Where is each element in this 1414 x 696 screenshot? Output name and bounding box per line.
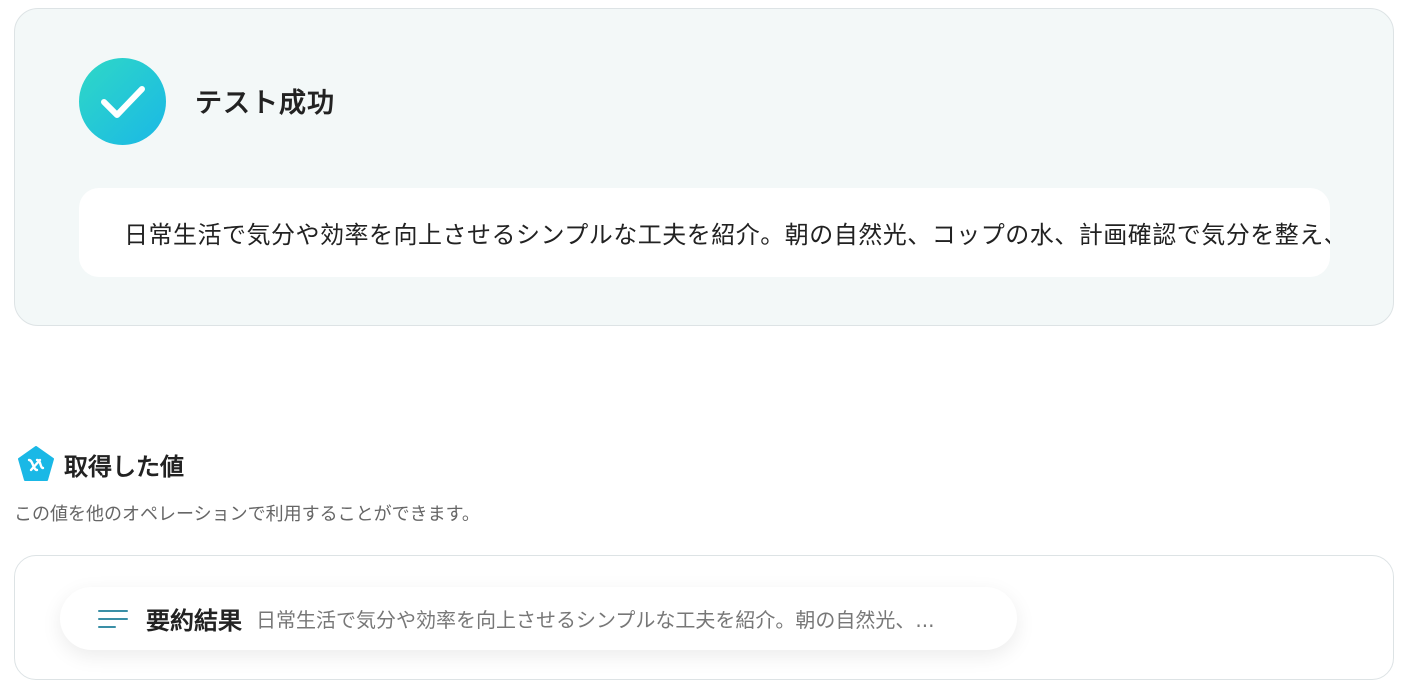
value-item-label: 要約結果 bbox=[146, 607, 242, 635]
test-output-text: 日常生活で気分や効率を向上させるシンプルな工夫を紹介。朝の自然光、コップの水、計… bbox=[124, 221, 1330, 249]
check-icon bbox=[79, 58, 166, 145]
test-success-title: テスト成功 bbox=[195, 88, 335, 119]
text-lines-icon bbox=[98, 609, 128, 628]
obtained-values-title: 取得した値 bbox=[64, 452, 184, 481]
obtained-values-header: 取得した値 bbox=[18, 446, 184, 482]
variable-pentagon-icon bbox=[18, 446, 54, 481]
value-item-summary[interactable]: 要約結果 日常生活で気分や効率を向上させるシンプルな工夫を紹介。朝の自然光、..… bbox=[60, 587, 1017, 650]
test-output-box: 日常生活で気分や効率を向上させるシンプルな工夫を紹介。朝の自然光、コップの水、計… bbox=[79, 188, 1330, 277]
test-success-panel: テスト成功 日常生活で気分や効率を向上させるシンプルな工夫を紹介。朝の自然光、コ… bbox=[14, 8, 1394, 326]
value-item-value: 日常生活で気分や効率を向上させるシンプルな工夫を紹介。朝の自然光、... bbox=[256, 608, 935, 632]
obtained-values-description: この値を他のオペレーションで利用することができます。 bbox=[14, 504, 480, 525]
obtained-values-panel: 要約結果 日常生活で気分や効率を向上させるシンプルな工夫を紹介。朝の自然光、..… bbox=[14, 555, 1394, 680]
